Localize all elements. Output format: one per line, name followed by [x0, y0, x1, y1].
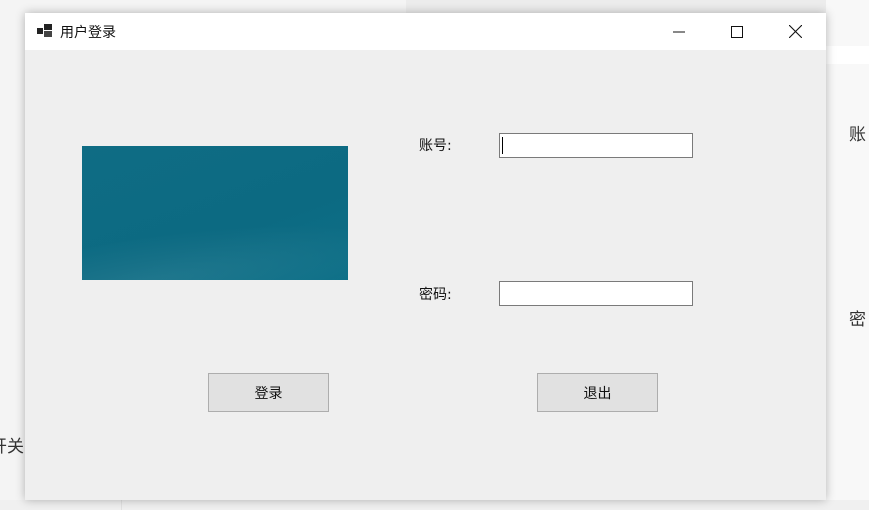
maximize-button[interactable]	[708, 13, 766, 50]
login-window: 用户登录 账号: 密码: 登录 退出	[25, 13, 826, 500]
background-window-toolbar	[826, 46, 869, 64]
background-window-strip	[406, 0, 869, 13]
background-divider	[121, 500, 122, 510]
minimize-button[interactable]	[650, 13, 708, 50]
background-text-switch: 开关	[0, 437, 24, 457]
app-icon	[37, 24, 52, 37]
window-title: 用户登录	[60, 25, 116, 41]
password-input[interactable]	[499, 281, 693, 306]
login-button[interactable]: 登录	[208, 373, 329, 412]
account-label: 账号:	[419, 138, 452, 154]
background-text-password: 密	[849, 310, 866, 330]
text-caret	[502, 137, 503, 154]
account-input[interactable]	[499, 133, 693, 158]
background-text-account: 账	[849, 125, 866, 145]
minimize-icon	[673, 31, 685, 32]
background-window-right	[826, 0, 869, 510]
close-icon	[788, 25, 802, 38]
title-bar[interactable]: 用户登录	[25, 13, 826, 50]
background-window-bottom	[0, 500, 869, 510]
exit-button[interactable]: 退出	[537, 373, 658, 412]
password-label: 密码:	[419, 287, 452, 303]
close-button[interactable]	[766, 13, 824, 50]
maximize-icon	[731, 25, 743, 38]
picture-box	[82, 146, 348, 280]
